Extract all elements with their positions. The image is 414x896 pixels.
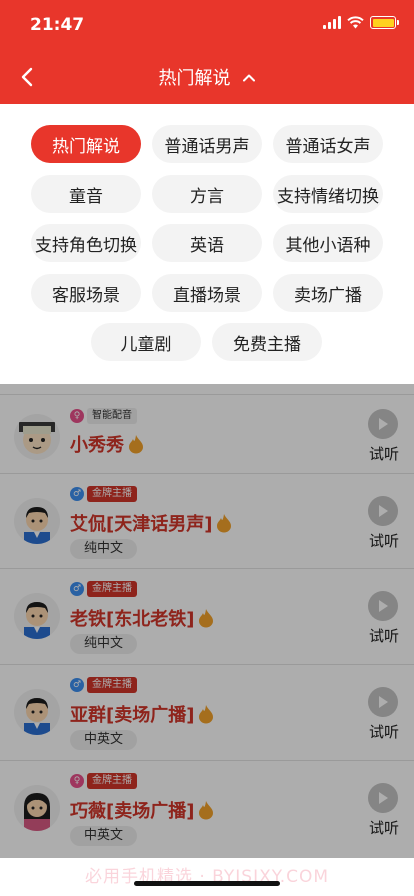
status-icons <box>323 16 399 29</box>
category-dropdown-toggle[interactable]: 热门解说 <box>0 64 414 90</box>
status-bar: 21:47 <box>0 0 414 50</box>
nav-bar: 热门解说 <box>0 50 414 104</box>
chevron-up-icon <box>242 74 255 81</box>
category-chip-store-broadcast[interactable]: 卖场广播 <box>273 274 383 312</box>
category-chip-free-anchor[interactable]: 免费主播 <box>212 323 322 361</box>
nav-title: 热门解说 <box>158 68 231 89</box>
battery-icon <box>370 16 399 29</box>
category-panel: 热门解说 普通话男声 普通话女声 童音 方言 支持情绪切换 支持角色切换 英语 … <box>0 104 414 384</box>
category-chip-child-voice[interactable]: 童音 <box>31 175 141 213</box>
category-chip-children-drama[interactable]: 儿童剧 <box>91 323 201 361</box>
category-chip-hot[interactable]: 热门解说 <box>31 125 141 163</box>
category-chip-english[interactable]: 英语 <box>152 224 262 262</box>
category-chip-other-languages[interactable]: 其他小语种 <box>273 224 383 262</box>
category-chip-mandarin-female[interactable]: 普通话女声 <box>273 125 383 163</box>
category-chip-emotion-switch[interactable]: 支持情绪切换 <box>273 175 383 213</box>
wifi-icon <box>347 16 364 29</box>
category-chip-dialect[interactable]: 方言 <box>152 175 262 213</box>
category-chip-mandarin-male[interactable]: 普通话男声 <box>152 125 262 163</box>
category-chip-live-stream[interactable]: 直播场景 <box>152 274 262 312</box>
category-chip-role-switch[interactable]: 支持角色切换 <box>31 224 141 262</box>
dropdown-backdrop[interactable] <box>0 384 414 858</box>
category-chip-customer-service[interactable]: 客服场景 <box>31 274 141 312</box>
home-indicator <box>134 881 280 886</box>
cellular-signal-icon <box>323 16 341 29</box>
status-time: 21:47 <box>30 15 85 35</box>
